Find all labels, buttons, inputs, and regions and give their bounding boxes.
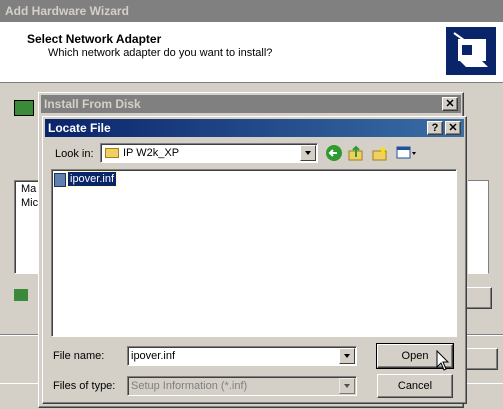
cancel-button[interactable]: Cancel [377,374,453,398]
wizard-header: Select Network Adapter Which network ada… [0,22,503,83]
files-of-type-value: Setup Information (*.inf) [131,380,248,392]
file-name-input-value: ipover.inf [131,350,176,362]
hardware-wizard-icon [446,27,496,75]
file-name-label: File name: [53,350,105,362]
files-of-type-dropdown[interactable]: Setup Information (*.inf) [127,376,357,396]
wizard-heading: Select Network Adapter [27,32,162,46]
look-in-value: IP W2k_XP [123,147,180,159]
locate-titlebar: Locate File ? ✕ [45,119,464,137]
new-folder-icon[interactable] [372,145,388,161]
inf-file-icon [54,173,66,187]
network-icon [14,100,34,116]
locate-file-dialog: Locate File ? ✕ Look in: IP W2k_XP ipove… [42,116,467,404]
file-name: ipover.inf [66,171,118,187]
wizard-button-edge-2[interactable] [466,348,498,370]
install-title: Install From Disk [44,97,141,111]
up-folder-icon[interactable] [348,145,364,161]
cursor-icon [436,349,450,372]
chevron-down-icon[interactable] [339,348,355,364]
files-of-type-label: Files of type: [53,380,116,392]
wizard-list-right-edge [468,180,489,274]
folder-icon [105,148,119,158]
open-label: Open [401,350,429,362]
install-titlebar: Install From Disk ✕ [41,95,461,113]
wizard-titlebar: Add Hardware Wizard [0,0,503,22]
look-in-dropdown[interactable]: IP W2k_XP [100,143,318,163]
look-in-label: Look in: [55,148,94,160]
file-list[interactable]: ipover.inf [51,169,457,337]
locate-close-button[interactable]: ✕ [445,121,461,135]
install-close-button[interactable]: ✕ [442,97,458,111]
locate-title: Locate File [48,121,111,135]
chevron-down-icon[interactable] [339,378,355,394]
wizard-title: Add Hardware Wizard [5,4,129,18]
file-name-input[interactable]: ipover.inf [127,346,357,366]
help-button[interactable]: ? [427,121,443,135]
chevron-down-icon[interactable] [300,145,316,161]
back-icon[interactable] [326,145,342,161]
wizard-button-edge[interactable] [466,287,492,309]
disk-icon [14,289,28,301]
cancel-label: Cancel [397,380,433,392]
views-menu-icon[interactable] [396,145,418,161]
wizard-subheading: Which network adapter do you want to ins… [48,47,273,59]
